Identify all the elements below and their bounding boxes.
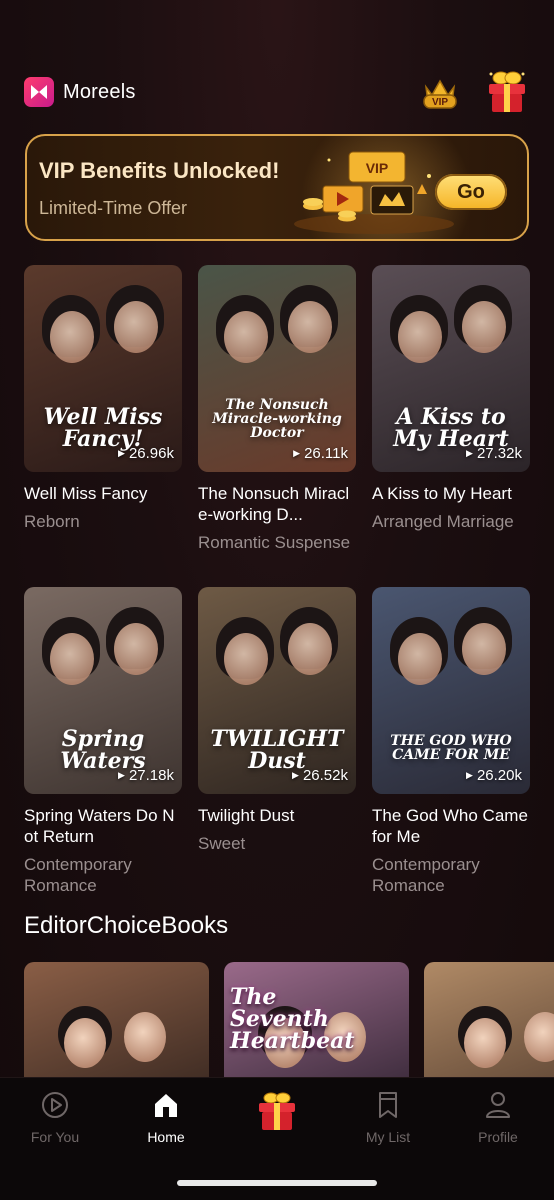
drama-card[interactable]: The Nonsuch Miracle-working Doctor ▶ 26.1…	[198, 265, 356, 567]
drama-card[interactable]: Well Miss Fancy! ▶ 26.96k Well Miss Fancy…	[24, 265, 182, 567]
drama-genre: Sweet	[198, 834, 246, 853]
editor-choice-card[interactable]	[424, 962, 554, 1078]
nav-label: My List	[365, 1129, 411, 1145]
drama-genre: Romantic Suspense	[198, 533, 351, 552]
play-icon: ▶	[466, 770, 473, 780]
poster-title-text: Well Miss Fancy!	[43, 404, 163, 452]
nav-label: Home	[147, 1129, 185, 1145]
nav-item-rewards[interactable]	[237, 1090, 317, 1143]
drama-poster[interactable]: A Kiss to My Heart ▶ 27.32k	[372, 265, 530, 472]
view-count: ▶ 26.52k	[292, 767, 348, 784]
editor-choice-card[interactable]: The Seventh Heartbeat	[224, 962, 409, 1078]
nav-item-home[interactable]: Home	[126, 1090, 206, 1145]
gift-icon	[255, 1090, 299, 1139]
vip-crown-icon[interactable]: VIP	[420, 72, 460, 112]
drama-title[interactable]: Well Miss Fancy	[24, 483, 182, 504]
app-header: Moreels VIP	[24, 66, 530, 118]
poster-title-text: The Seventh Heartbeat	[230, 984, 355, 1054]
poster-title-text: Spring Waters	[60, 726, 146, 774]
drama-genre: Reborn	[24, 512, 80, 531]
svg-text:VIP: VIP	[366, 160, 389, 176]
view-count: ▶ 26.11k	[293, 445, 348, 462]
play-icon: ▶	[118, 448, 125, 458]
home-icon	[151, 1090, 181, 1125]
drama-poster[interactable]: THE GOD WHO CAME FOR ME ▶ 26.20k	[372, 587, 530, 794]
editor-choice-row: The Seventh Heartbeat	[24, 962, 554, 1078]
poster-title-text: A Kiss to My Heart	[393, 404, 509, 452]
go-button[interactable]: Go	[435, 174, 507, 210]
drama-grid: Well Miss Fancy! ▶ 26.96k Well Miss Fancy…	[24, 265, 530, 895]
drama-card[interactable]: THE GOD WHO CAME FOR ME ▶ 26.20k The God …	[372, 587, 530, 895]
vip-treasure-illustration: VIP	[294, 151, 454, 234]
drama-title[interactable]: The Nonsuch Miracle-working D...	[198, 483, 356, 525]
drama-poster[interactable]: Spring Waters ▶ 27.18k	[24, 587, 182, 794]
play-icon: ▶	[118, 770, 125, 780]
play-icon: ▶	[292, 770, 299, 780]
drama-title[interactable]: Spring Waters Do Not Return	[24, 805, 182, 847]
nav-item-profile[interactable]: Profile	[458, 1090, 538, 1145]
brand[interactable]: Moreels	[24, 77, 136, 107]
play-icon: ▶	[293, 448, 301, 458]
drama-poster[interactable]: TWILIGHT Dust ▶ 26.52k	[198, 587, 356, 794]
drama-poster[interactable]: The Nonsuch Miracle-working Doctor ▶ 26.1…	[198, 265, 356, 472]
svg-text:VIP: VIP	[432, 97, 448, 108]
view-count: ▶ 27.32k	[466, 445, 522, 462]
vip-banner[interactable]: VIP Benefits Unlocked! Limited-Time Offe…	[25, 134, 529, 241]
drama-genre: Arranged Marriage	[372, 512, 514, 531]
poster-title-text: THE GOD WHO CAME FOR ME	[390, 733, 512, 763]
nav-item-for-you[interactable]: For You	[15, 1090, 95, 1145]
drama-card[interactable]: TWILIGHT Dust ▶ 26.52k Twilight Dust Swee…	[198, 587, 356, 889]
drama-card[interactable]: Spring Waters ▶ 27.18k Spring Waters Do N…	[24, 587, 182, 895]
drama-title[interactable]: A Kiss to My Heart	[372, 483, 530, 504]
drama-poster[interactable]: Well Miss Fancy! ▶ 26.96k	[24, 265, 182, 472]
banner-title: VIP Benefits Unlocked!	[39, 158, 280, 183]
view-count: ▶ 27.18k	[118, 767, 174, 784]
brand-name: Moreels	[63, 80, 136, 103]
view-count: ▶ 26.20k	[466, 767, 522, 784]
nav-item-my-list[interactable]: My List	[348, 1090, 428, 1145]
editor-choice-card[interactable]	[24, 962, 209, 1078]
nav-label: For You	[30, 1129, 80, 1145]
drama-genre: Contemporary Romance	[24, 855, 132, 895]
gift-icon[interactable]	[484, 67, 530, 117]
play-icon: ▶	[466, 448, 473, 458]
view-count: ▶ 26.96k	[118, 445, 174, 462]
section-title-editor-choice: EditorChoiceBooks	[24, 912, 229, 939]
moreels-logo-icon	[24, 77, 54, 107]
banner-subtitle: Limited-Time Offer	[39, 198, 188, 218]
drama-title[interactable]: The God Who Came for Me	[372, 805, 530, 847]
drama-genre: Contemporary Romance	[372, 855, 480, 895]
poster-title-text: TWILIGHT Dust	[210, 726, 344, 774]
poster-title-text: The Nonsuch Miracle-working Doctor	[212, 397, 342, 441]
profile-icon	[483, 1090, 513, 1125]
drama-card[interactable]: A Kiss to My Heart ▶ 27.32k A Kiss to My …	[372, 265, 530, 567]
nav-label: Profile	[478, 1129, 518, 1145]
bookmark-icon	[373, 1090, 403, 1125]
home-indicator	[177, 1180, 377, 1186]
drama-title[interactable]: Twilight Dust	[198, 805, 356, 826]
play-circle-icon	[40, 1090, 70, 1125]
